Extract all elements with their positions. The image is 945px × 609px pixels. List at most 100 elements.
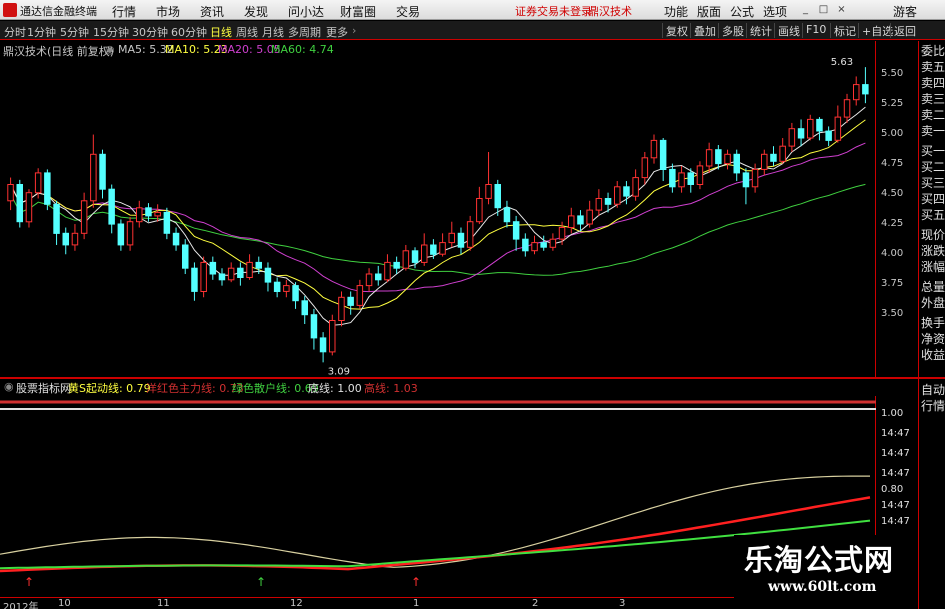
- candle-body: [154, 211, 161, 217]
- overlay-button[interactable]: 叠加: [690, 23, 719, 38]
- adjust-button[interactable]: 复权: [662, 23, 691, 38]
- period-tick[interactable]: 分时: [4, 24, 26, 40]
- side-item[interactable]: 买一: [921, 144, 945, 159]
- guest-user[interactable]: 游客: [893, 3, 917, 20]
- period-multi[interactable]: 多周期: [288, 24, 321, 40]
- period-monthly[interactable]: 月线: [262, 24, 284, 40]
- ma60-line: [10, 183, 866, 276]
- period-more[interactable]: 更多: [326, 24, 348, 40]
- menu-discover[interactable]: 发现: [244, 3, 268, 20]
- menu-functions[interactable]: 功能: [664, 3, 688, 20]
- candle-body: [71, 232, 79, 246]
- candle-body: [558, 227, 566, 240]
- panel-divider: [0, 377, 945, 379]
- time-tick: 1: [413, 598, 420, 609]
- title-bar: 通达信金融终端 行情 市场 资讯 发现 问小达 财富圈 交易 证券交易未登录 鼎…: [0, 0, 945, 20]
- side-item[interactable]: 卖二: [921, 108, 945, 123]
- menu-trade[interactable]: 交易: [396, 3, 420, 20]
- close-icon[interactable]: ×: [836, 4, 847, 15]
- candle-body: [80, 200, 88, 234]
- period-60min[interactable]: 60分钟: [171, 24, 207, 40]
- login-notice[interactable]: 证券交易未登录: [515, 3, 592, 19]
- side-item[interactable]: 卖四: [921, 76, 945, 91]
- candle-body: [172, 232, 180, 246]
- candle-body: [329, 320, 336, 353]
- candle-body: [512, 221, 520, 240]
- side-item[interactable]: 行情: [921, 399, 945, 414]
- statistics-button[interactable]: 统计: [746, 23, 775, 38]
- candle-body: [255, 261, 262, 269]
- draw-line-button[interactable]: 画线: [774, 23, 803, 38]
- indicator-bottom-line: 底线: 1.00: [308, 382, 362, 395]
- side-item[interactable]: 涨跌: [921, 244, 945, 259]
- side-item[interactable]: 买五: [921, 208, 945, 223]
- minimize-icon[interactable]: _: [800, 4, 811, 15]
- side-item[interactable]: 卖三: [921, 92, 945, 107]
- price-tick: 5.25: [881, 98, 904, 109]
- candle-body: [568, 215, 575, 228]
- period-30min[interactable]: 30分钟: [132, 24, 168, 40]
- candle-body: [218, 273, 226, 281]
- candle-body: [742, 172, 750, 188]
- indicator-tick: 14:47: [881, 468, 910, 479]
- menu-ask[interactable]: 问小达: [288, 3, 324, 20]
- maximize-icon[interactable]: □: [818, 4, 829, 15]
- f10-button[interactable]: F10: [802, 23, 829, 38]
- indicator-name[interactable]: 股票指标网: [16, 380, 71, 396]
- side-item[interactable]: 卖一: [921, 124, 945, 139]
- candle-body: [577, 215, 584, 225]
- price-tick: 5.00: [881, 128, 904, 139]
- price-chart-panel[interactable]: 5.63 3.09: [0, 41, 876, 377]
- candle-body: [751, 168, 759, 188]
- menu-market-quotes[interactable]: 行情: [112, 3, 136, 20]
- candle-body: [503, 207, 511, 223]
- side-item[interactable]: 外盘: [921, 296, 945, 311]
- menu-news[interactable]: 资讯: [200, 3, 224, 20]
- side-item[interactable]: 自动: [921, 383, 945, 398]
- candle-body: [669, 168, 676, 188]
- back-button[interactable]: 返回: [890, 23, 919, 38]
- period-daily[interactable]: 日线: [210, 24, 232, 40]
- price-tick: 5.50: [881, 68, 904, 79]
- side-item[interactable]: 净资: [921, 332, 945, 347]
- side-item[interactable]: 委比: [921, 44, 945, 59]
- side-item[interactable]: 现价: [921, 228, 945, 243]
- more-arrow-icon[interactable]: ›: [352, 24, 356, 37]
- mark-button[interactable]: 标记: [830, 23, 859, 38]
- side-item[interactable]: 换手: [921, 316, 945, 331]
- side-item[interactable]: 卖五: [921, 60, 945, 75]
- candle-body: [99, 153, 106, 190]
- candle-body: [540, 242, 547, 248]
- menu-options[interactable]: 选项: [763, 3, 787, 20]
- menu-layout[interactable]: 版面: [697, 3, 721, 20]
- side-item[interactable]: 涨幅: [921, 260, 945, 275]
- candle-body: [632, 177, 639, 197]
- indicator-yellow-line: 黄S起动线: 0.79: [68, 382, 151, 395]
- candle-body: [797, 128, 805, 139]
- indicator-settings-icon[interactable]: ◉: [4, 380, 14, 393]
- period-5min[interactable]: 5分钟: [60, 24, 89, 40]
- time-tick: 11: [157, 598, 170, 609]
- ma-settings-icon[interactable]: ◉: [105, 43, 115, 56]
- side-item[interactable]: 买二: [921, 160, 945, 175]
- side-item[interactable]: 买四: [921, 192, 945, 207]
- candle-body: [53, 203, 60, 234]
- side-item[interactable]: 买三: [921, 176, 945, 191]
- time-tick: 2: [532, 598, 539, 609]
- candle-body: [273, 281, 281, 292]
- menu-formula[interactable]: 公式: [730, 3, 754, 20]
- side-item[interactable]: 收益: [921, 348, 945, 363]
- menu-market[interactable]: 市场: [156, 3, 180, 20]
- period-15min[interactable]: 15分钟: [93, 24, 129, 40]
- period-1min[interactable]: 1分钟: [27, 24, 56, 40]
- multi-stock-button[interactable]: 多股: [718, 23, 747, 38]
- candle-body: [411, 250, 419, 263]
- candlestick-chart[interactable]: 5.63 3.09: [0, 41, 876, 377]
- menu-wealth-circle[interactable]: 财富圈: [340, 3, 376, 20]
- app-window: 通达信金融终端 行情 市场 资讯 发现 问小达 财富圈 交易 证券交易未登录 鼎…: [0, 0, 945, 609]
- period-weekly[interactable]: 周线: [236, 24, 258, 40]
- side-item[interactable]: 总量: [921, 280, 945, 295]
- candle-body: [34, 172, 42, 194]
- candle-body: [687, 172, 694, 185]
- candle-body: [393, 261, 400, 269]
